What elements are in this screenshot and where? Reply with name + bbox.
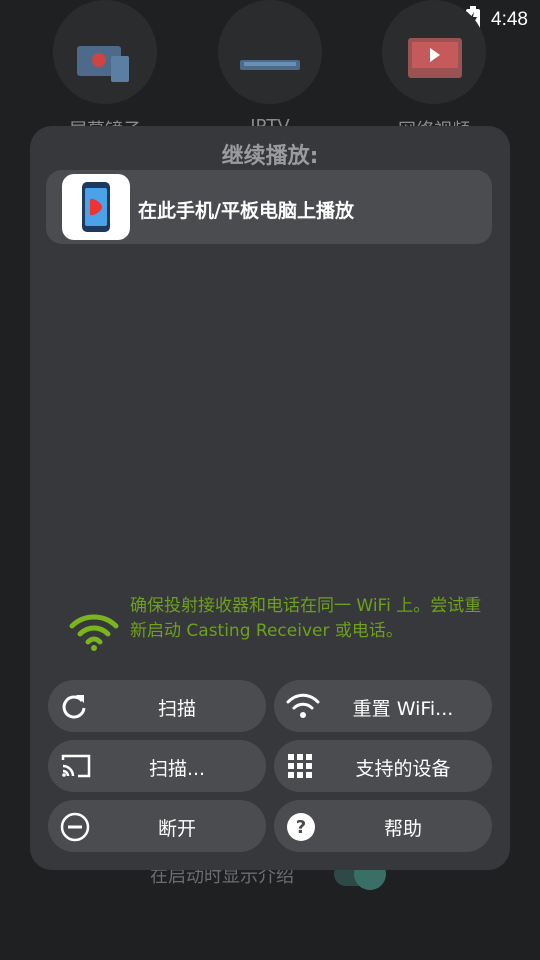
device-play-on-this-phone[interactable]: 在此手机/平板电脑上播放 <box>46 170 492 244</box>
dialog-title: 继续播放: <box>221 144 319 169</box>
help-label: 帮助 <box>383 818 422 840</box>
svg-text:?: ? <box>296 817 306 838</box>
screen-mirror-icon <box>53 0 157 104</box>
wifi-icon <box>286 692 320 720</box>
scan-more-label: 扫描... <box>148 758 206 780</box>
scan-label: 扫描 <box>157 698 196 720</box>
scan-more-button[interactable]: 扫描... <box>48 740 266 792</box>
supported-devices-button[interactable]: 支持的设备 <box>274 740 492 792</box>
wifi-icon <box>68 612 120 656</box>
help-button[interactable]: ? 帮助 <box>274 800 492 852</box>
reset-wifi-label: 重置 WiFi... <box>352 698 454 720</box>
scan-button[interactable]: 扫描 <box>48 680 266 732</box>
refresh-icon <box>60 692 88 720</box>
help-icon: ? <box>286 812 315 841</box>
reset-wifi-button[interactable]: 重置 WiFi... <box>274 680 492 732</box>
cast-icon <box>60 752 91 780</box>
tv-icon <box>218 0 322 104</box>
hint-text: 确保投射接收器和电话在同一 WiFi 上。尝试重新启动 Casting Rece… <box>130 596 482 641</box>
device-label: 在此手机/平板电脑上播放 <box>138 200 354 222</box>
minus-circle-icon <box>60 812 90 842</box>
clock: 4:48 <box>491 9 528 30</box>
feature-iptv[interactable]: IPTV <box>200 0 340 137</box>
disconnect-button[interactable]: 断开 <box>48 800 266 852</box>
grid-icon <box>286 752 314 780</box>
wifi-hint: 确保投射接收器和电话在同一 WiFi 上。尝试重新启动 Casting Rece… <box>66 594 486 672</box>
cast-dialog: 继续播放: 在此手机/平板电脑上播放 确保投射接收器和电话在同一 WiFi 上。… <box>30 126 510 870</box>
phone-play-icon <box>62 174 130 240</box>
disconnect-label: 断开 <box>157 818 196 840</box>
web-video-icon <box>382 0 486 104</box>
supported-devices-label: 支持的设备 <box>355 758 451 780</box>
